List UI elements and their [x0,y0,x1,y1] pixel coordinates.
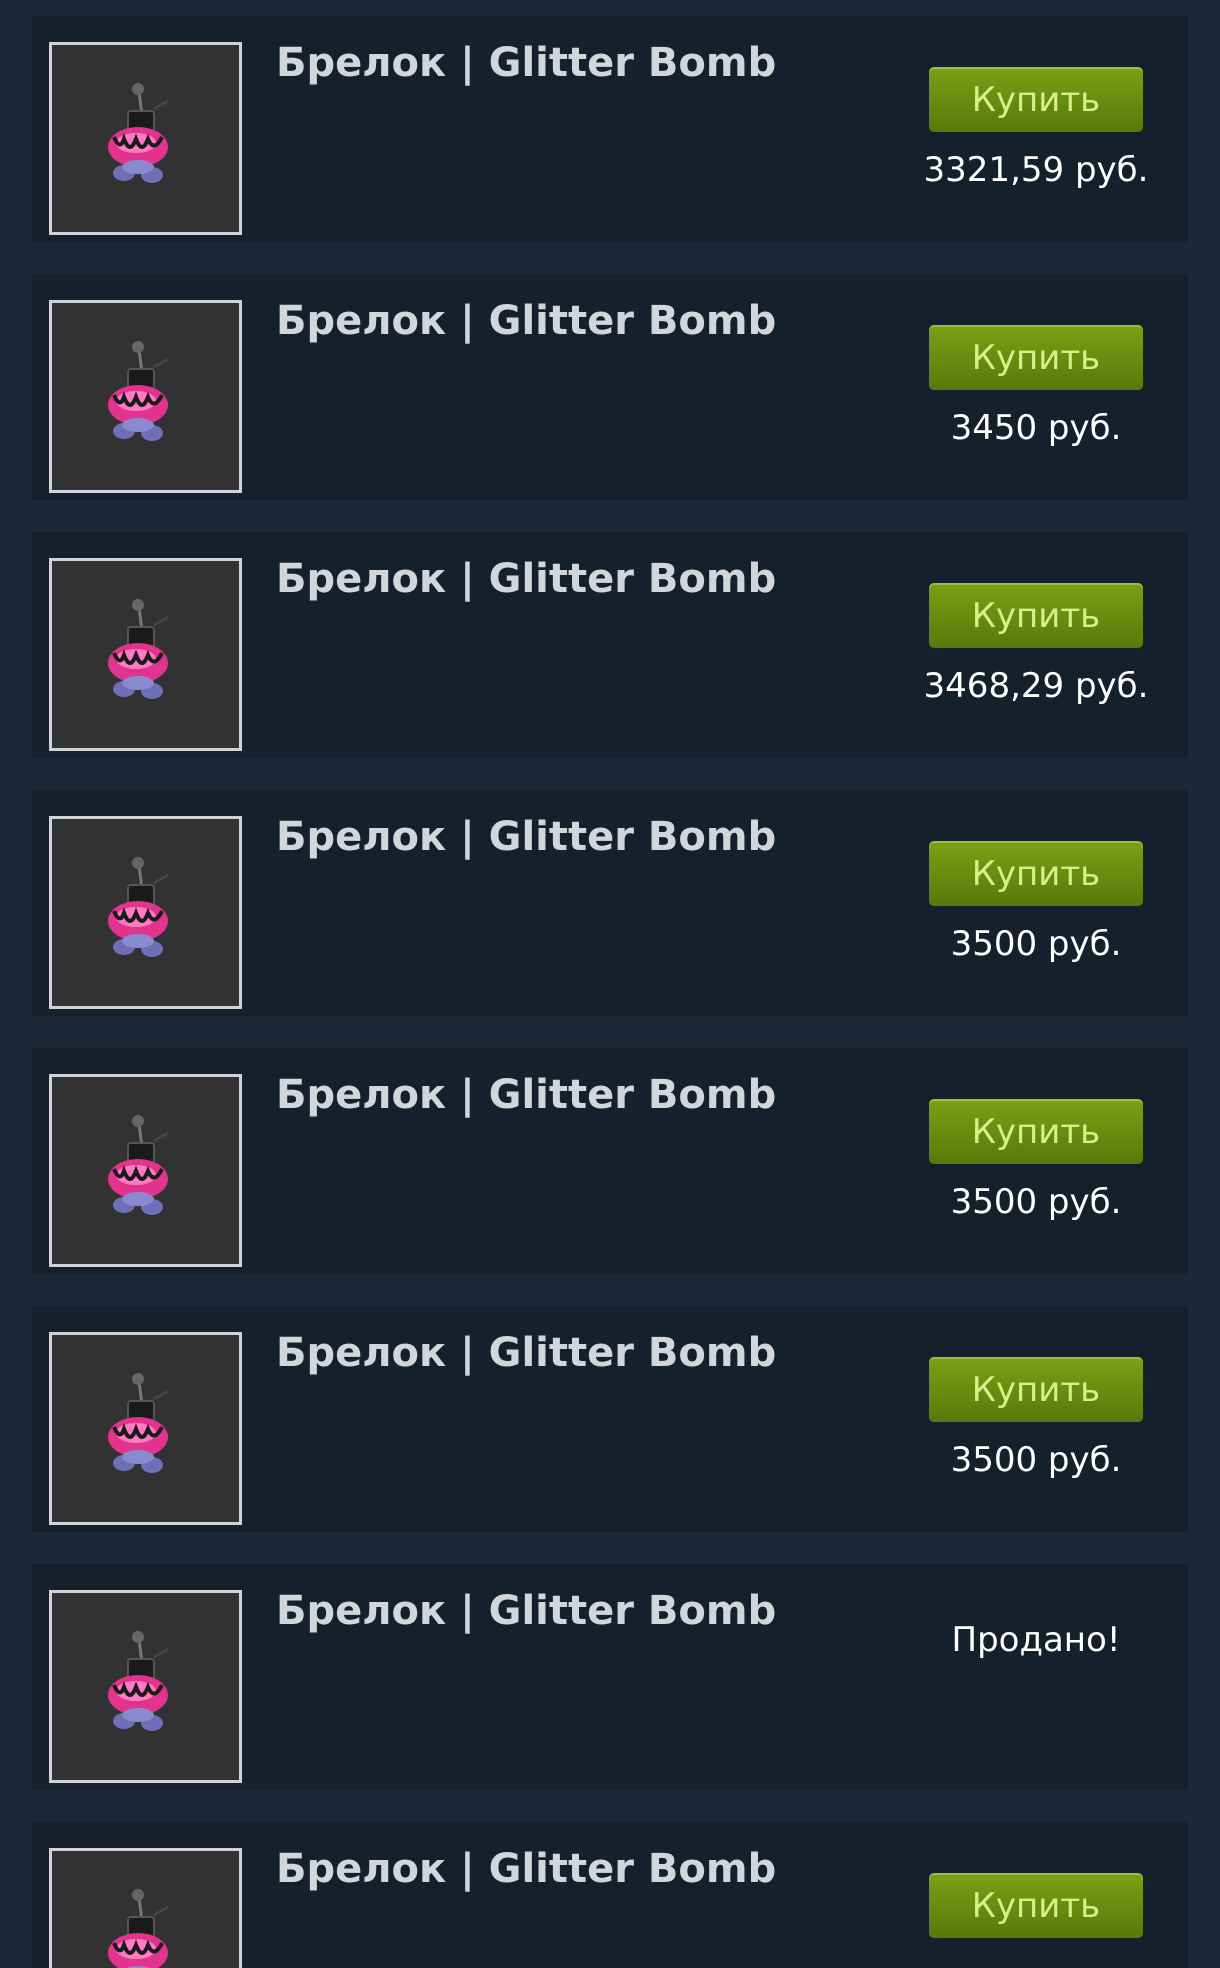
glitter-bomb-charm-image [108,1372,169,1473]
listing-row: Брелок | Glitter Bomb Продано! [32,1564,1188,1790]
item-image[interactable] [49,1332,242,1525]
item-name[interactable]: Брелок | Glitter Bomb [276,1072,776,1118]
price-label: 3468,29 руб. [923,666,1149,706]
item-name[interactable]: Брелок | Glitter Bomb [276,556,776,602]
listing-row: Брелок | Glitter Bomb Купить 3500 руб. [32,1306,1188,1532]
listing-row: Брелок | Glitter Bomb Купить 3468,29 руб. [32,532,1188,758]
item-image[interactable] [49,1848,242,1968]
glitter-bomb-charm-image [108,598,169,699]
buy-button[interactable]: Купить [929,1873,1143,1938]
market-listings: Брелок | Glitter Bomb Купить 3321,59 руб. Б… [0,0,1220,1968]
item-name[interactable]: Брелок | Glitter Bomb [276,1588,776,1634]
price-label: 3500 руб. [950,1182,1122,1222]
item-name[interactable]: Брелок | Glitter Bomb [276,1846,776,1892]
buy-button[interactable]: Купить [929,841,1143,906]
item-name[interactable]: Брелок | Glitter Bomb [276,1330,776,1376]
glitter-bomb-charm-image [108,1630,169,1731]
item-image[interactable] [49,558,242,751]
glitter-bomb-charm-image [108,340,169,441]
item-image[interactable] [49,816,242,1009]
glitter-bomb-charm-image [108,1114,169,1215]
item-image[interactable] [49,42,242,235]
price-label: 3450 руб. [950,408,1122,448]
listing-row: Брелок | Glitter Bomb Купить 3321,59 руб. [32,16,1188,242]
listing-row: Брелок | Glitter Bomb Купить 3500 руб. [32,790,1188,1016]
glitter-bomb-charm-image [108,82,169,183]
buy-button[interactable]: Купить [929,325,1143,390]
buy-button[interactable]: Купить [929,67,1143,132]
item-name[interactable]: Брелок | Glitter Bomb [276,298,776,344]
buy-button[interactable]: Купить [929,1099,1143,1164]
glitter-bomb-charm-image [108,856,169,957]
buy-button[interactable]: Купить [929,1357,1143,1422]
item-image[interactable] [49,300,242,493]
listing-row: Брелок | Glitter Bomb Купить 3500 руб. [32,1048,1188,1274]
glitter-bomb-charm-image [108,1888,169,1968]
price-label: 3500 руб. [950,1440,1122,1480]
item-image[interactable] [49,1590,242,1783]
item-name[interactable]: Брелок | Glitter Bomb [276,814,776,860]
listing-row: Брелок | Glitter Bomb Купить 3450 руб. [32,274,1188,500]
sold-status: Продано! [951,1620,1121,1660]
price-label: 3321,59 руб. [923,150,1149,190]
item-image[interactable] [49,1074,242,1267]
price-label: 3500 руб. [950,924,1122,964]
item-name[interactable]: Брелок | Glitter Bomb [276,40,776,86]
buy-button[interactable]: Купить [929,583,1143,648]
listing-row: Брелок | Glitter Bomb Купить [32,1822,1188,1968]
